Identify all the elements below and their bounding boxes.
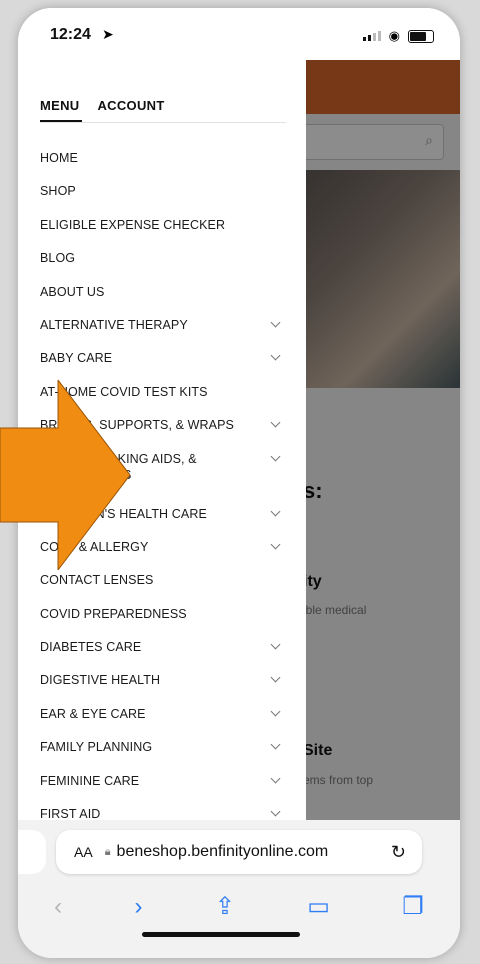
menu-item-label: ABOUT US xyxy=(40,284,105,299)
menu-item-label: ELIGIBLE EXPENSE CHECKER xyxy=(40,217,226,232)
chevron-down-icon[interactable] xyxy=(272,453,280,461)
menu-item[interactable]: HOME xyxy=(40,140,284,173)
bookmarks-icon[interactable]: ▭ xyxy=(307,892,330,921)
chevron-down-icon[interactable] xyxy=(272,775,280,783)
address-bar[interactable]: AA 🔒︎ beneshop.benfinityonline.com ↻ xyxy=(56,830,422,874)
tab-account[interactable]: ACCOUNT xyxy=(97,98,164,113)
chevron-down-icon[interactable] xyxy=(272,319,280,327)
browser-toolbar: AA 🔒︎ beneshop.benfinityonline.com ↻ ‹ ›… xyxy=(18,820,460,958)
menu-item-label: FEMININE CARE xyxy=(40,773,140,788)
chevron-down-icon[interactable] xyxy=(272,674,280,682)
wifi-icon: ◉ xyxy=(388,28,400,43)
menu-item[interactable]: FEMININE CARE xyxy=(40,763,284,796)
back-icon[interactable]: ‹ xyxy=(54,893,62,921)
text-size-button[interactable]: AA xyxy=(74,844,93,860)
menu-item-label: COVID PREPAREDNESS xyxy=(40,606,187,621)
tab-menu[interactable]: MENU xyxy=(40,98,79,113)
chevron-down-icon[interactable] xyxy=(272,541,280,549)
menu-item[interactable]: ELIGIBLE EXPENSE CHECKER xyxy=(40,207,284,240)
location-arrow-icon: ➤ xyxy=(102,26,114,42)
menu-item[interactable]: COVID PREPAREDNESS xyxy=(40,596,284,629)
status-bar: 12:24 ➤ ◉ xyxy=(18,8,460,60)
home-indicator xyxy=(142,932,300,937)
status-time: 12:24 xyxy=(50,26,91,43)
menu-item-label: FAMILY PLANNING xyxy=(40,740,153,755)
chevron-down-icon[interactable] xyxy=(272,708,280,716)
menu-item[interactable]: EAR & EYE CARE xyxy=(40,696,284,729)
menu-item[interactable]: FAMILY PLANNING xyxy=(40,729,284,762)
battery-icon xyxy=(408,29,434,43)
menu-item-label: HOME xyxy=(40,151,78,165)
menu-item-label: SHOP xyxy=(40,184,76,199)
menu-item-label: CONTACT LENSES xyxy=(40,573,154,588)
menu-item-label: BLOG xyxy=(40,251,76,266)
divider xyxy=(40,122,286,123)
menu-item[interactable]: SHOP xyxy=(40,173,284,206)
menu-item[interactable]: ABOUT US xyxy=(40,274,284,307)
menu-item[interactable]: BLOG xyxy=(40,240,284,273)
reload-icon[interactable]: ↻ xyxy=(391,842,406,863)
menu-item[interactable]: DIGESTIVE HEALTH xyxy=(40,662,284,695)
previous-tab-pill[interactable] xyxy=(18,830,46,874)
chevron-down-icon[interactable] xyxy=(272,352,280,360)
menu-item-label: EAR & EYE CARE xyxy=(40,706,146,721)
annotation-arrow xyxy=(0,380,130,570)
forward-icon[interactable]: › xyxy=(134,893,142,921)
menu-item-label: ALTERNATIVE THERAPY xyxy=(40,317,188,332)
menu-item[interactable]: BABY CARE xyxy=(40,340,284,373)
menu-item-label: DIABETES CARE xyxy=(40,640,142,655)
share-icon[interactable]: ⇪ xyxy=(215,892,235,921)
signal-icon xyxy=(362,31,381,41)
menu-item[interactable]: DIABETES CARE xyxy=(40,629,284,662)
chevron-down-icon[interactable] xyxy=(272,508,280,516)
chevron-down-icon[interactable] xyxy=(272,808,280,816)
menu-item-label: DIGESTIVE HEALTH xyxy=(40,673,161,688)
tabs-icon[interactable]: ❐ xyxy=(402,892,424,921)
chevron-down-icon[interactable] xyxy=(272,419,280,427)
url-text: beneshop.benfinityonline.com xyxy=(116,843,329,860)
menu-item-label: BABY CARE xyxy=(40,351,113,366)
chevron-down-icon[interactable] xyxy=(272,741,280,749)
menu-item[interactable]: ALTERNATIVE THERAPY xyxy=(40,307,284,340)
chevron-down-icon[interactable] xyxy=(272,641,280,649)
lock-icon: 🔒︎ xyxy=(104,845,111,858)
